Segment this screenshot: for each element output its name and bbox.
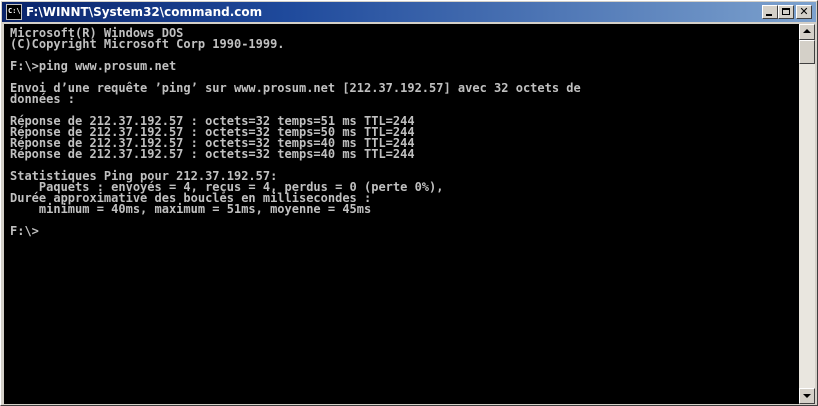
cmd-window-icon[interactable]: C:\ bbox=[6, 4, 22, 20]
minimize-icon bbox=[766, 14, 772, 16]
console-line: Envoi d’une requête ’ping’ sur www.prosu… bbox=[10, 81, 581, 95]
console-line: données : bbox=[10, 92, 76, 106]
scroll-up-arrow-icon bbox=[803, 29, 811, 33]
console-line: (C)Copyright Microsoft Corp 1990-1999. bbox=[10, 37, 285, 51]
console-output[interactable]: Microsoft(R) Windows DOS (C)Copyright Mi… bbox=[4, 24, 799, 404]
vertical-scrollbar[interactable] bbox=[799, 24, 815, 404]
console-line: Réponse de 212.37.192.57 : octets=32 tem… bbox=[10, 147, 415, 161]
scroll-thumb[interactable] bbox=[799, 40, 815, 64]
scroll-down-arrow-icon bbox=[803, 394, 811, 398]
title-bar[interactable]: C:\ F:\WINNT\System32\command.com ✕ bbox=[2, 2, 816, 22]
console-line: minimum = 40ms, maximum = 51ms, moyenne … bbox=[10, 202, 372, 216]
command-prompt-window: C:\ F:\WINNT\System32\command.com ✕ Micr… bbox=[0, 0, 818, 406]
minimize-button[interactable] bbox=[762, 5, 778, 19]
cmd-window-icon-label: C:\ bbox=[8, 7, 21, 15]
close-icon: ✕ bbox=[799, 5, 809, 18]
scroll-up-button[interactable] bbox=[799, 24, 815, 40]
console-text: Microsoft(R) Windows DOS (C)Copyright Mi… bbox=[4, 24, 799, 237]
console-line: F:\>ping www.prosum.net bbox=[10, 59, 177, 73]
close-button[interactable]: ✕ bbox=[796, 5, 812, 19]
maximize-button[interactable] bbox=[778, 5, 794, 19]
window-title: F:\WINNT\System32\command.com bbox=[26, 5, 263, 19]
maximize-icon bbox=[782, 8, 790, 15]
console-prompt: F:\> bbox=[10, 224, 39, 238]
scroll-down-button[interactable] bbox=[799, 388, 815, 404]
